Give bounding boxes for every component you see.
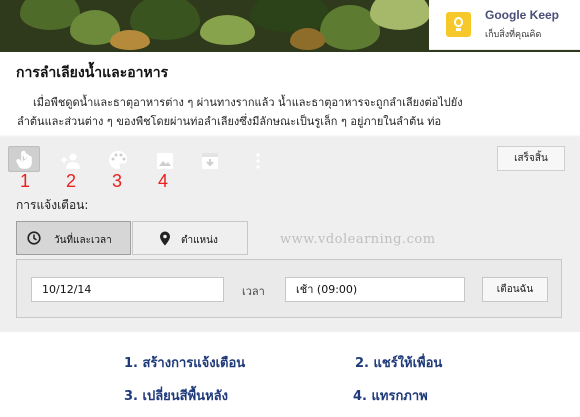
reminder-label: การแจ้งเตือน: xyxy=(16,198,89,212)
more-icon[interactable] xyxy=(247,151,269,171)
note-body[interactable]: เมื่อพืชดูดน้ำและธาตุอาหารต่าง ๆ ผ่านทาง… xyxy=(17,93,562,131)
legend-item: 1. สร้างการแจ้งเตือน xyxy=(124,356,246,371)
palette-icon[interactable] xyxy=(107,150,129,170)
done-button[interactable]: เสร็จสิ้น xyxy=(497,146,565,171)
watermark: www.vdolearning.com xyxy=(280,232,436,247)
legend-item: 3. เปลี่ยนสีพื้นหลัง xyxy=(124,389,228,404)
tab-date-time[interactable]: วันที่และเวลา xyxy=(16,221,131,255)
archive-icon[interactable] xyxy=(199,151,221,171)
collaborator-icon[interactable] xyxy=(60,151,82,171)
image-icon[interactable] xyxy=(154,151,176,171)
time-field[interactable]: เช้า (09:00) xyxy=(285,277,465,302)
date-field[interactable]: 10/12/14 xyxy=(31,277,224,302)
annotation-number: 3 xyxy=(112,171,123,191)
clock-icon xyxy=(27,231,41,245)
keep-logo-icon xyxy=(446,12,471,37)
annotation-number: 4 xyxy=(158,171,169,191)
note-body-line: ลำต้นและส่วนต่าง ๆ ของพืชโดยผ่านท่อลำเลี… xyxy=(17,115,442,128)
time-label: เวลา xyxy=(242,285,265,298)
legend-item: 4. แทรกภาพ xyxy=(353,389,428,404)
annotation-number: 1 xyxy=(20,171,31,191)
google-keep-card[interactable]: Google Keep เก็บสิ่งที่คุณคิด xyxy=(429,0,580,50)
note-body-line: เมื่อพืชดูดน้ำและธาตุอาหารต่าง ๆ ผ่านทาง… xyxy=(33,96,463,109)
keep-title: Google Keep xyxy=(485,8,560,22)
legend-item: 2. แชร์ให้เพื่อน xyxy=(355,356,443,371)
note-title[interactable]: การลำเลียงน้ำและอาหาร xyxy=(16,62,168,84)
remind-me-icon[interactable] xyxy=(13,150,35,170)
location-pin-icon xyxy=(160,231,170,246)
tab-location[interactable]: ตำแหน่ง xyxy=(132,221,248,255)
keep-subtitle: เก็บสิ่งที่คุณคิด xyxy=(485,30,542,40)
tab-location-label: ตำแหน่ง xyxy=(181,235,218,246)
remind-me-button[interactable]: เตือนฉัน xyxy=(482,277,548,302)
annotation-number: 2 xyxy=(66,171,77,191)
tab-date-time-label: วันที่และเวลา xyxy=(54,235,112,246)
